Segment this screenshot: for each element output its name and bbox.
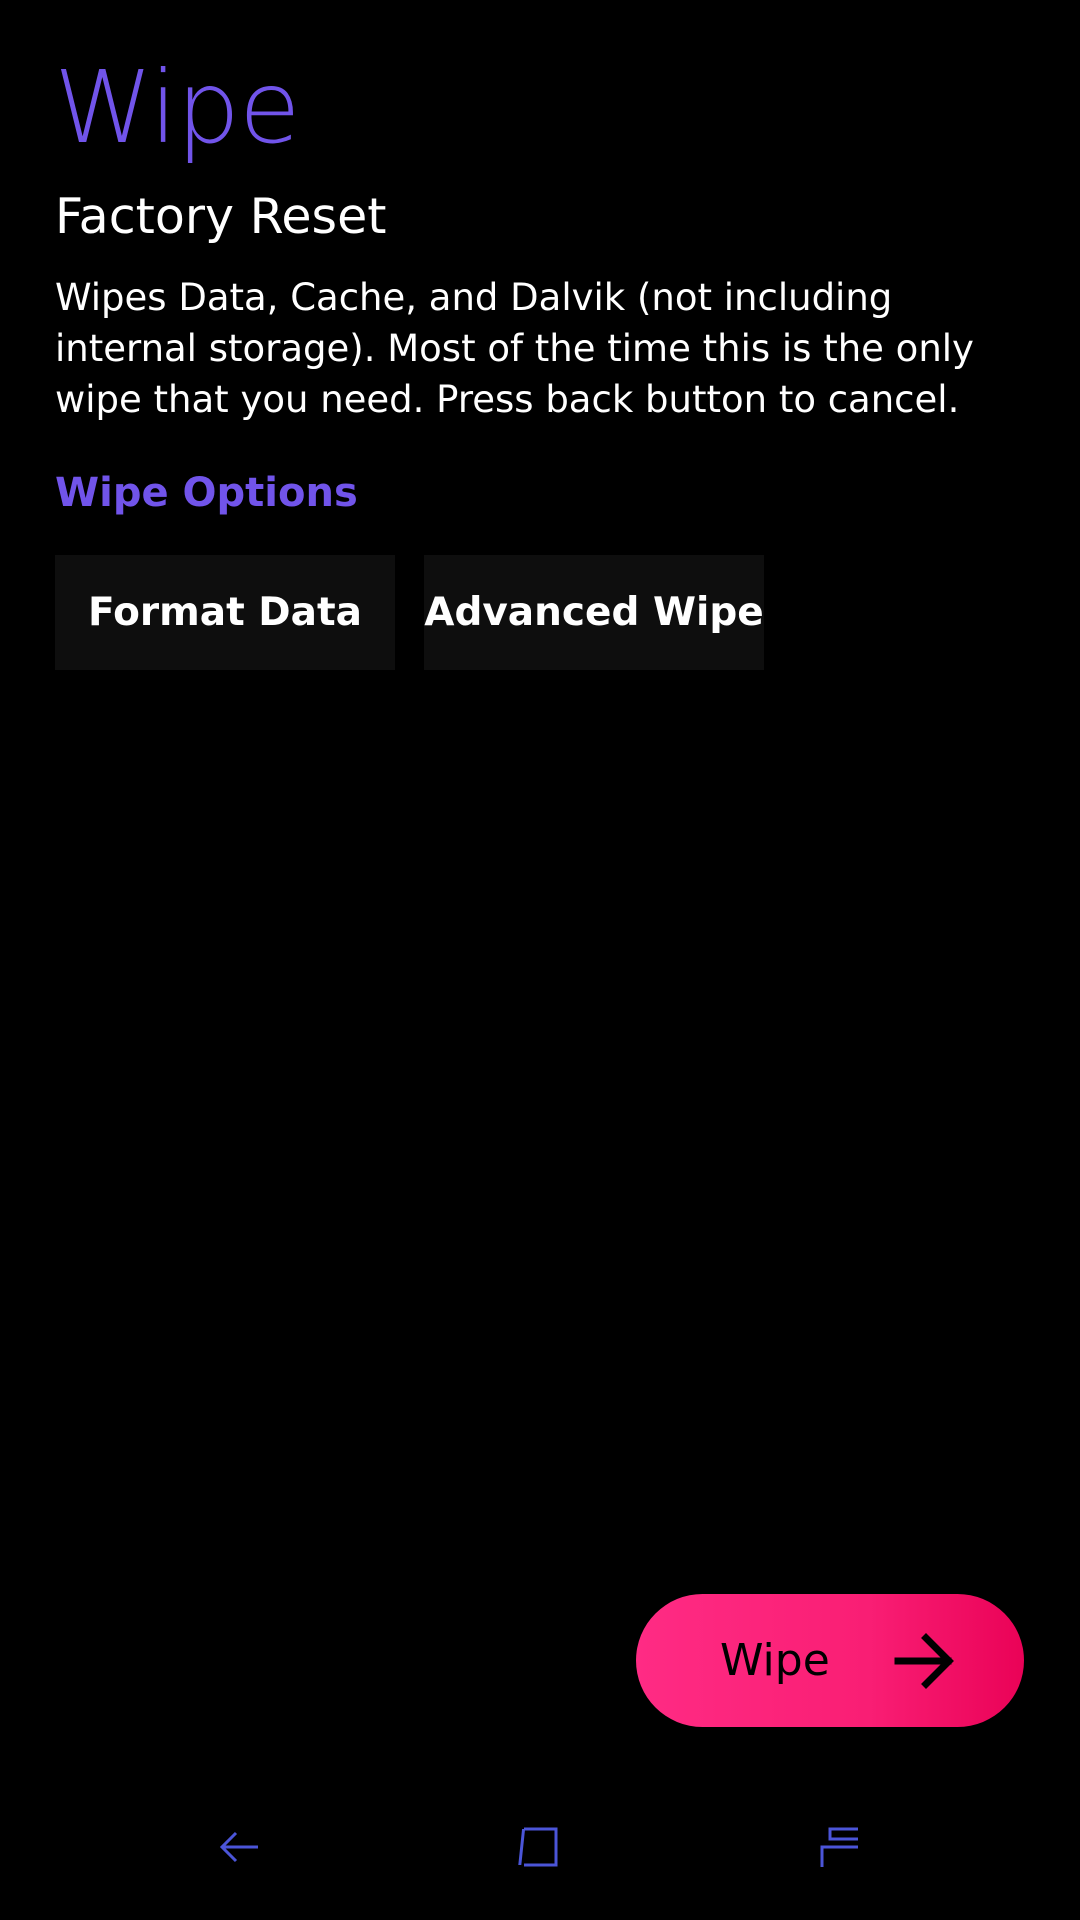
wipe-options-heading: Wipe Options [55, 470, 358, 516]
back-icon[interactable] [218, 1825, 262, 1869]
home-icon[interactable] [518, 1825, 562, 1869]
recent-apps-icon[interactable] [818, 1825, 862, 1869]
advanced-wipe-button[interactable]: Advanced Wipe [424, 555, 764, 670]
navigation-bar [0, 1800, 1080, 1900]
arrow-right-icon [894, 1633, 954, 1689]
advanced-wipe-label: Advanced Wipe [424, 590, 764, 635]
wipe-action-label: Wipe [720, 1635, 830, 1686]
factory-reset-description: Wipes Data, Cache, and Dalvik (not inclu… [55, 276, 974, 421]
page-title: Wipe [54, 49, 300, 166]
format-data-label: Format Data [88, 590, 362, 635]
factory-reset-title: Factory Reset [55, 188, 387, 245]
format-data-button[interactable]: Format Data [55, 555, 395, 670]
wipe-action-button[interactable]: Wipe [636, 1594, 1024, 1727]
